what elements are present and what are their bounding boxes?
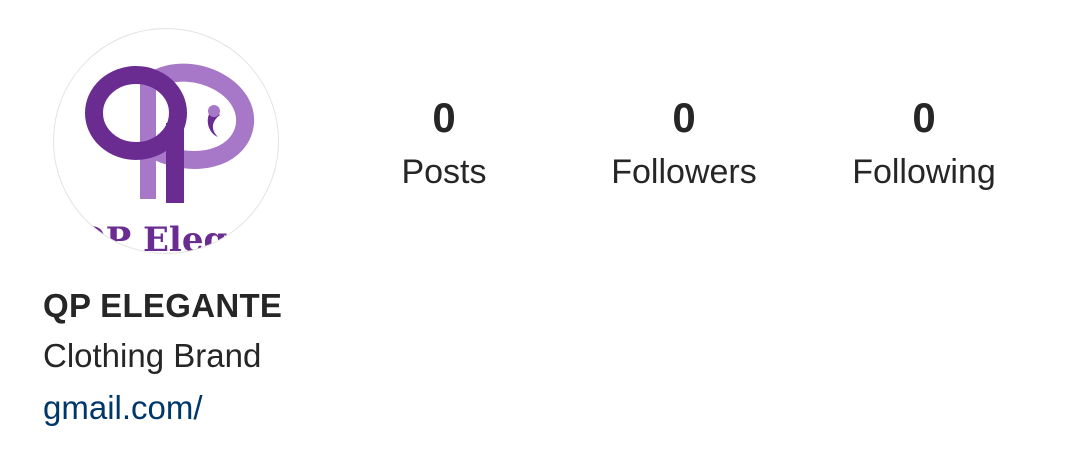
following-count: 0 (912, 94, 936, 141)
stat-followers[interactable]: 0 Followers (564, 92, 804, 200)
profile-link[interactable]: gmail.com/ (43, 386, 203, 430)
profile-avatar[interactable]: QP Elegante (53, 28, 279, 254)
posts-label: Posts (401, 153, 487, 191)
posts-count: 0 (432, 94, 456, 141)
followers-count: 0 (672, 94, 696, 141)
profile-header: QP Elegante 0 Posts 0 Followers 0 Follow… (0, 0, 1080, 475)
brand-logo-icon: QP Elegante (76, 63, 279, 254)
profile-stats: 0 Posts 0 Followers 0 Following (324, 92, 1044, 212)
profile-name: QP ELEGANTE (43, 287, 283, 324)
followers-label: Followers (611, 153, 757, 191)
stat-following[interactable]: 0 Following (804, 92, 1044, 200)
stat-posts[interactable]: 0 Posts (324, 92, 564, 200)
profile-category: Clothing Brand (43, 337, 262, 374)
following-label: Following (852, 153, 996, 191)
svg-text:QP Elegante: QP Elegante (76, 220, 279, 254)
